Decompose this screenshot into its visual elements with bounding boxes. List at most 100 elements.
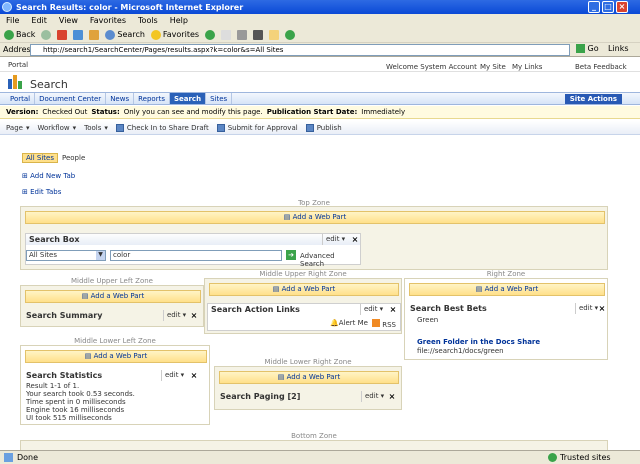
mail-icon bbox=[221, 29, 232, 40]
edit-area: All Sites People ⊞ Add New Tab ⊞ Edit Ta… bbox=[10, 140, 616, 452]
best-bet-link[interactable]: Green Folder in the Docs Share bbox=[417, 338, 540, 346]
window-title: Search Results: color - Microsoft Intern… bbox=[16, 2, 244, 12]
edit-button[interactable] bbox=[253, 29, 264, 40]
beta-feedback-link[interactable]: Beta Feedback bbox=[575, 63, 627, 71]
tab-people[interactable]: People bbox=[62, 154, 85, 162]
menu-edit[interactable]: Edit bbox=[31, 16, 47, 25]
add-web-part-mul[interactable]: ▤ Add a Web Part bbox=[25, 290, 201, 303]
back-button[interactable]: Back bbox=[4, 29, 35, 40]
history-icon bbox=[205, 29, 216, 40]
refresh-icon bbox=[73, 29, 84, 40]
middle-lower-left-zone: Middle Lower Left Zone ▤ Add a Web Part … bbox=[20, 337, 210, 425]
alert-me-link[interactable]: 🔔Alert Me bbox=[330, 319, 368, 327]
back-arrow-icon bbox=[4, 29, 14, 40]
nav-sites[interactable]: Sites bbox=[206, 93, 233, 104]
my-links-menu[interactable]: My Links bbox=[512, 63, 542, 71]
check-in-icon bbox=[115, 123, 124, 132]
menu-favorites[interactable]: Favorites bbox=[90, 16, 126, 25]
search-paging-close-button[interactable]: × bbox=[387, 391, 397, 402]
star-icon bbox=[150, 29, 161, 40]
search-paging-edit-menu[interactable]: edit ▾ bbox=[361, 391, 387, 402]
address-input[interactable]: http://search1/SearchCenter/Pages/result… bbox=[30, 44, 570, 56]
search-action-links-edit-menu[interactable]: edit ▾ bbox=[360, 304, 386, 315]
search-summary-webpart: Search Summary edit ▾ × bbox=[23, 310, 203, 323]
editing-toolbar: Page ▾ Workflow ▾ Tools ▾ Check In to Share… bbox=[0, 121, 640, 135]
rss-icon bbox=[372, 319, 380, 327]
nav-document-center[interactable]: Document Center bbox=[35, 93, 107, 104]
add-web-part-mll[interactable]: ▤ Add a Web Part bbox=[25, 350, 207, 363]
workflow-menu[interactable]: Workflow ▾ bbox=[37, 124, 76, 132]
add-web-part-top[interactable]: ▤ Add a Web Part bbox=[25, 211, 605, 224]
status-done: Done bbox=[17, 453, 39, 462]
publish-icon bbox=[305, 123, 314, 132]
tools-menu[interactable]: Tools ▾ bbox=[84, 124, 108, 132]
refresh-button[interactable] bbox=[73, 29, 84, 40]
print-icon bbox=[237, 29, 248, 40]
portal-link[interactable]: Portal bbox=[8, 61, 28, 69]
search-action-links-webpart: Search Action Links edit ▾ × 🔔Alert Me R… bbox=[207, 303, 401, 331]
publish-button[interactable]: Publish bbox=[305, 123, 342, 132]
search-box-close-button[interactable]: × bbox=[350, 234, 360, 245]
search-query-input[interactable]: color bbox=[110, 250, 282, 261]
menu-tools[interactable]: Tools bbox=[138, 16, 158, 25]
maximize-button[interactable]: □ bbox=[602, 1, 614, 13]
scope-select[interactable]: All Sites ▼ bbox=[26, 250, 106, 261]
advanced-search-link[interactable]: Advanced Search bbox=[300, 252, 360, 268]
go-arrow-icon bbox=[576, 44, 585, 53]
home-icon bbox=[89, 29, 100, 40]
portal-bar: Portal Welcome System Account My Site My… bbox=[0, 59, 640, 72]
nav-reports[interactable]: Reports bbox=[134, 93, 170, 104]
minimize-button[interactable]: _ bbox=[588, 1, 600, 13]
my-site-link[interactable]: My Site bbox=[480, 63, 506, 71]
add-web-part-right[interactable]: ▤ Add a Web Part bbox=[409, 283, 605, 296]
search-button[interactable]: Search bbox=[105, 29, 145, 40]
search-go-button[interactable]: ➔ bbox=[286, 250, 296, 260]
search-action-links-close-button[interactable]: × bbox=[388, 304, 398, 315]
page-menu[interactable]: Page ▾ bbox=[6, 124, 29, 132]
forward-button[interactable] bbox=[41, 29, 52, 40]
add-new-tab-link[interactable]: ⊞ Add New Tab bbox=[22, 172, 75, 180]
messenger-button[interactable] bbox=[285, 29, 296, 40]
welcome-menu[interactable]: Welcome System Account bbox=[386, 63, 477, 71]
search-box-edit-menu[interactable]: edit ▾ bbox=[322, 234, 348, 245]
print-button[interactable] bbox=[237, 29, 248, 40]
page-status-bar: Version: Checked Out Status: Only you can … bbox=[0, 106, 640, 119]
edit-tabs-link[interactable]: ⊞ Edit Tabs bbox=[22, 188, 61, 196]
search-best-bets-webpart: Search Best Bets edit ▾ × Green Green Fo… bbox=[407, 303, 605, 359]
favorites-button[interactable]: Favorites bbox=[150, 29, 199, 40]
close-button[interactable]: × bbox=[616, 1, 628, 13]
submit-approval-button[interactable]: Submit for Approval bbox=[216, 123, 298, 132]
search-statistics-edit-menu[interactable]: edit ▾ bbox=[161, 370, 187, 381]
rss-link[interactable]: RSS bbox=[372, 319, 396, 329]
discuss-button[interactable] bbox=[269, 29, 280, 40]
submit-icon bbox=[216, 123, 225, 132]
site-logo-icon bbox=[8, 75, 26, 89]
add-web-part-mlr[interactable]: ▤ Add a Web Part bbox=[219, 371, 399, 384]
home-button[interactable] bbox=[89, 29, 100, 40]
stop-button[interactable] bbox=[57, 29, 68, 40]
site-actions-menu[interactable]: Site Actions bbox=[564, 94, 622, 104]
edit-icon bbox=[253, 29, 264, 40]
middle-upper-left-zone: Middle Upper Left Zone ▤ Add a Web Part … bbox=[20, 277, 204, 327]
top-navigation: Portal Document Center News Reports Sear… bbox=[0, 92, 640, 105]
search-summary-close-button[interactable]: × bbox=[189, 310, 199, 321]
mail-button[interactable] bbox=[221, 29, 232, 40]
nav-news[interactable]: News bbox=[106, 93, 135, 104]
top-zone: Top Zone ▤ Add a Web Part Search Box edi… bbox=[20, 199, 608, 270]
check-in-button[interactable]: Check In to Share Draft bbox=[115, 123, 209, 132]
add-web-part-mur[interactable]: ▤ Add a Web Part bbox=[209, 283, 399, 296]
menu-file[interactable]: File bbox=[6, 16, 19, 25]
history-button[interactable] bbox=[205, 29, 216, 40]
publication-value: Immediately bbox=[361, 108, 406, 116]
nav-portal[interactable]: Portal bbox=[6, 93, 36, 104]
menu-view[interactable]: View bbox=[59, 16, 78, 25]
search-statistics-close-button[interactable]: × bbox=[189, 370, 199, 381]
menu-help[interactable]: Help bbox=[170, 16, 188, 25]
go-button[interactable]: Go bbox=[576, 44, 599, 53]
links-button[interactable]: Links bbox=[608, 44, 629, 53]
nav-search[interactable]: Search bbox=[169, 93, 207, 104]
tab-all-sites[interactable]: All Sites bbox=[22, 153, 58, 163]
search-summary-edit-menu[interactable]: edit ▾ bbox=[163, 310, 189, 321]
search-best-bets-close-button[interactable]: × bbox=[597, 303, 607, 314]
browser-status-bar: Done Trusted sites bbox=[0, 450, 640, 464]
